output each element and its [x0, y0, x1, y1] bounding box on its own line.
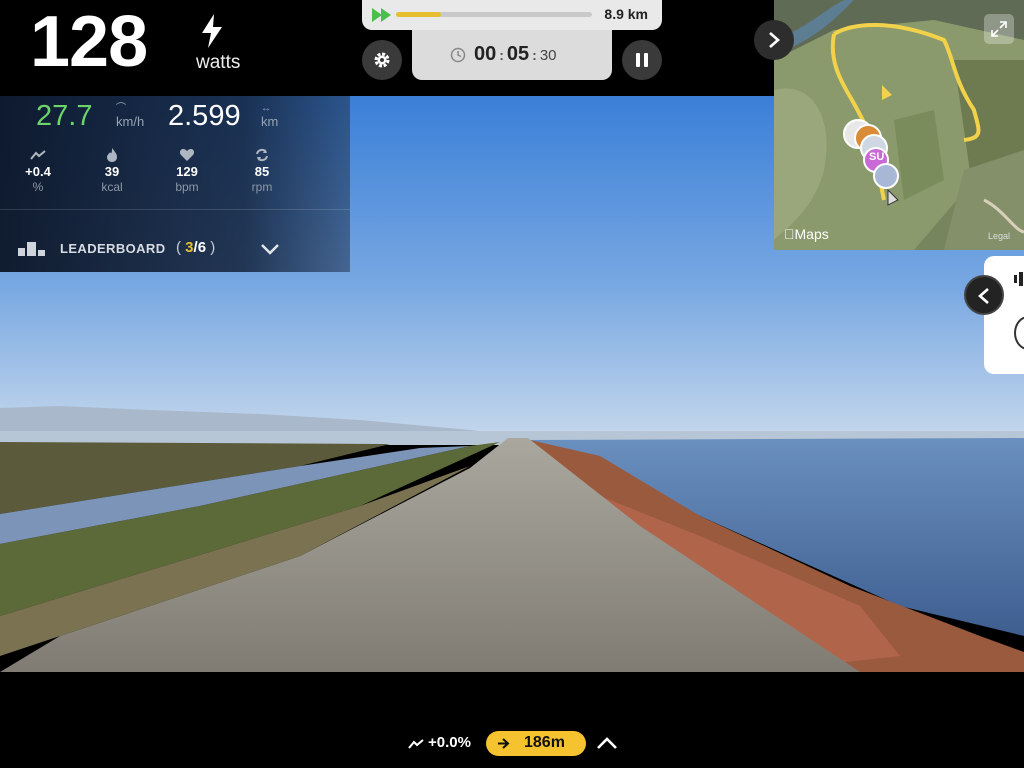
chevron-up-icon[interactable]: [596, 736, 618, 750]
chevron-left-icon: [978, 288, 989, 304]
gear-icon: [374, 52, 390, 68]
timer-seconds: 30: [539, 47, 557, 64]
metric-heart-rate: 129 bpm: [157, 148, 217, 195]
next-segment-pill[interactable]: 186m: [486, 731, 586, 756]
distance-unit: ↔ km: [261, 103, 279, 130]
map-next-button[interactable]: [754, 20, 794, 60]
side-panel-toggle-button[interactable]: [964, 275, 1004, 315]
settings-button[interactable]: [362, 40, 402, 80]
timer-minutes: 05: [506, 43, 530, 65]
distance-value: 2.599: [168, 100, 241, 132]
leaderboard-label: LEADERBOARD: [60, 241, 166, 256]
pause-button[interactable]: [622, 40, 662, 80]
power-unit: watts: [196, 52, 241, 73]
lightning-icon: [202, 14, 222, 48]
speed-value: 27.7: [36, 100, 93, 132]
timer-card: 00:05:30: [412, 30, 612, 80]
clock-icon: [450, 47, 466, 63]
chevron-down-icon[interactable]: [260, 242, 280, 256]
cadence-icon: [256, 148, 268, 162]
ride-stats-panel: 27.7 ⌒ km/h 2.599 ↔ km +0.4 % 39 kcal 129 …: [0, 96, 350, 272]
expand-icon: [991, 21, 1007, 37]
metric-calories: 39 kcal: [82, 148, 142, 195]
pause-icon: [636, 53, 648, 67]
avatar-initials: SU: [869, 151, 885, 163]
map-legal-link[interactable]: Legal: [988, 231, 1010, 241]
slope-icon: [30, 150, 46, 160]
metric-grade: +0.4 %: [8, 148, 68, 195]
flame-icon: [107, 148, 117, 162]
side-panel-circle[interactable]: [1014, 316, 1024, 350]
course-progress-bar: [396, 12, 592, 17]
leaderboard-rank: ( 3/6 ): [176, 239, 216, 256]
elapsed-timer: 00:05:30: [474, 43, 557, 65]
side-panel: [984, 256, 1024, 374]
arrow-right-icon: [498, 738, 510, 749]
map-expand-button[interactable]: [984, 14, 1014, 44]
speed-unit: ⌒ km/h: [116, 103, 145, 130]
dumbbell-icon: [1014, 272, 1023, 286]
map-attribution: Maps: [784, 226, 829, 242]
course-total-distance: 8.9 km: [604, 6, 648, 22]
fast-forward-icon: [372, 8, 391, 22]
metric-cadence: 85 rpm: [232, 148, 292, 195]
slope-icon: [408, 739, 424, 749]
next-segment-distance: 186m: [524, 734, 565, 751]
chevron-right-icon: [769, 32, 780, 48]
current-grade: +0.0%: [428, 734, 471, 751]
heart-icon: [179, 149, 195, 161]
leaderboard-toggle[interactable]: LEADERBOARD ( 3/6 ): [18, 238, 318, 262]
timer-hours: 00: [474, 43, 497, 65]
course-progress-fill: [396, 12, 442, 17]
course-progress-card: 8.9 km: [362, 0, 662, 30]
power-value: 128: [30, 2, 148, 82]
leaderboard-bars-icon: [18, 242, 45, 256]
stats-divider: [0, 209, 350, 210]
